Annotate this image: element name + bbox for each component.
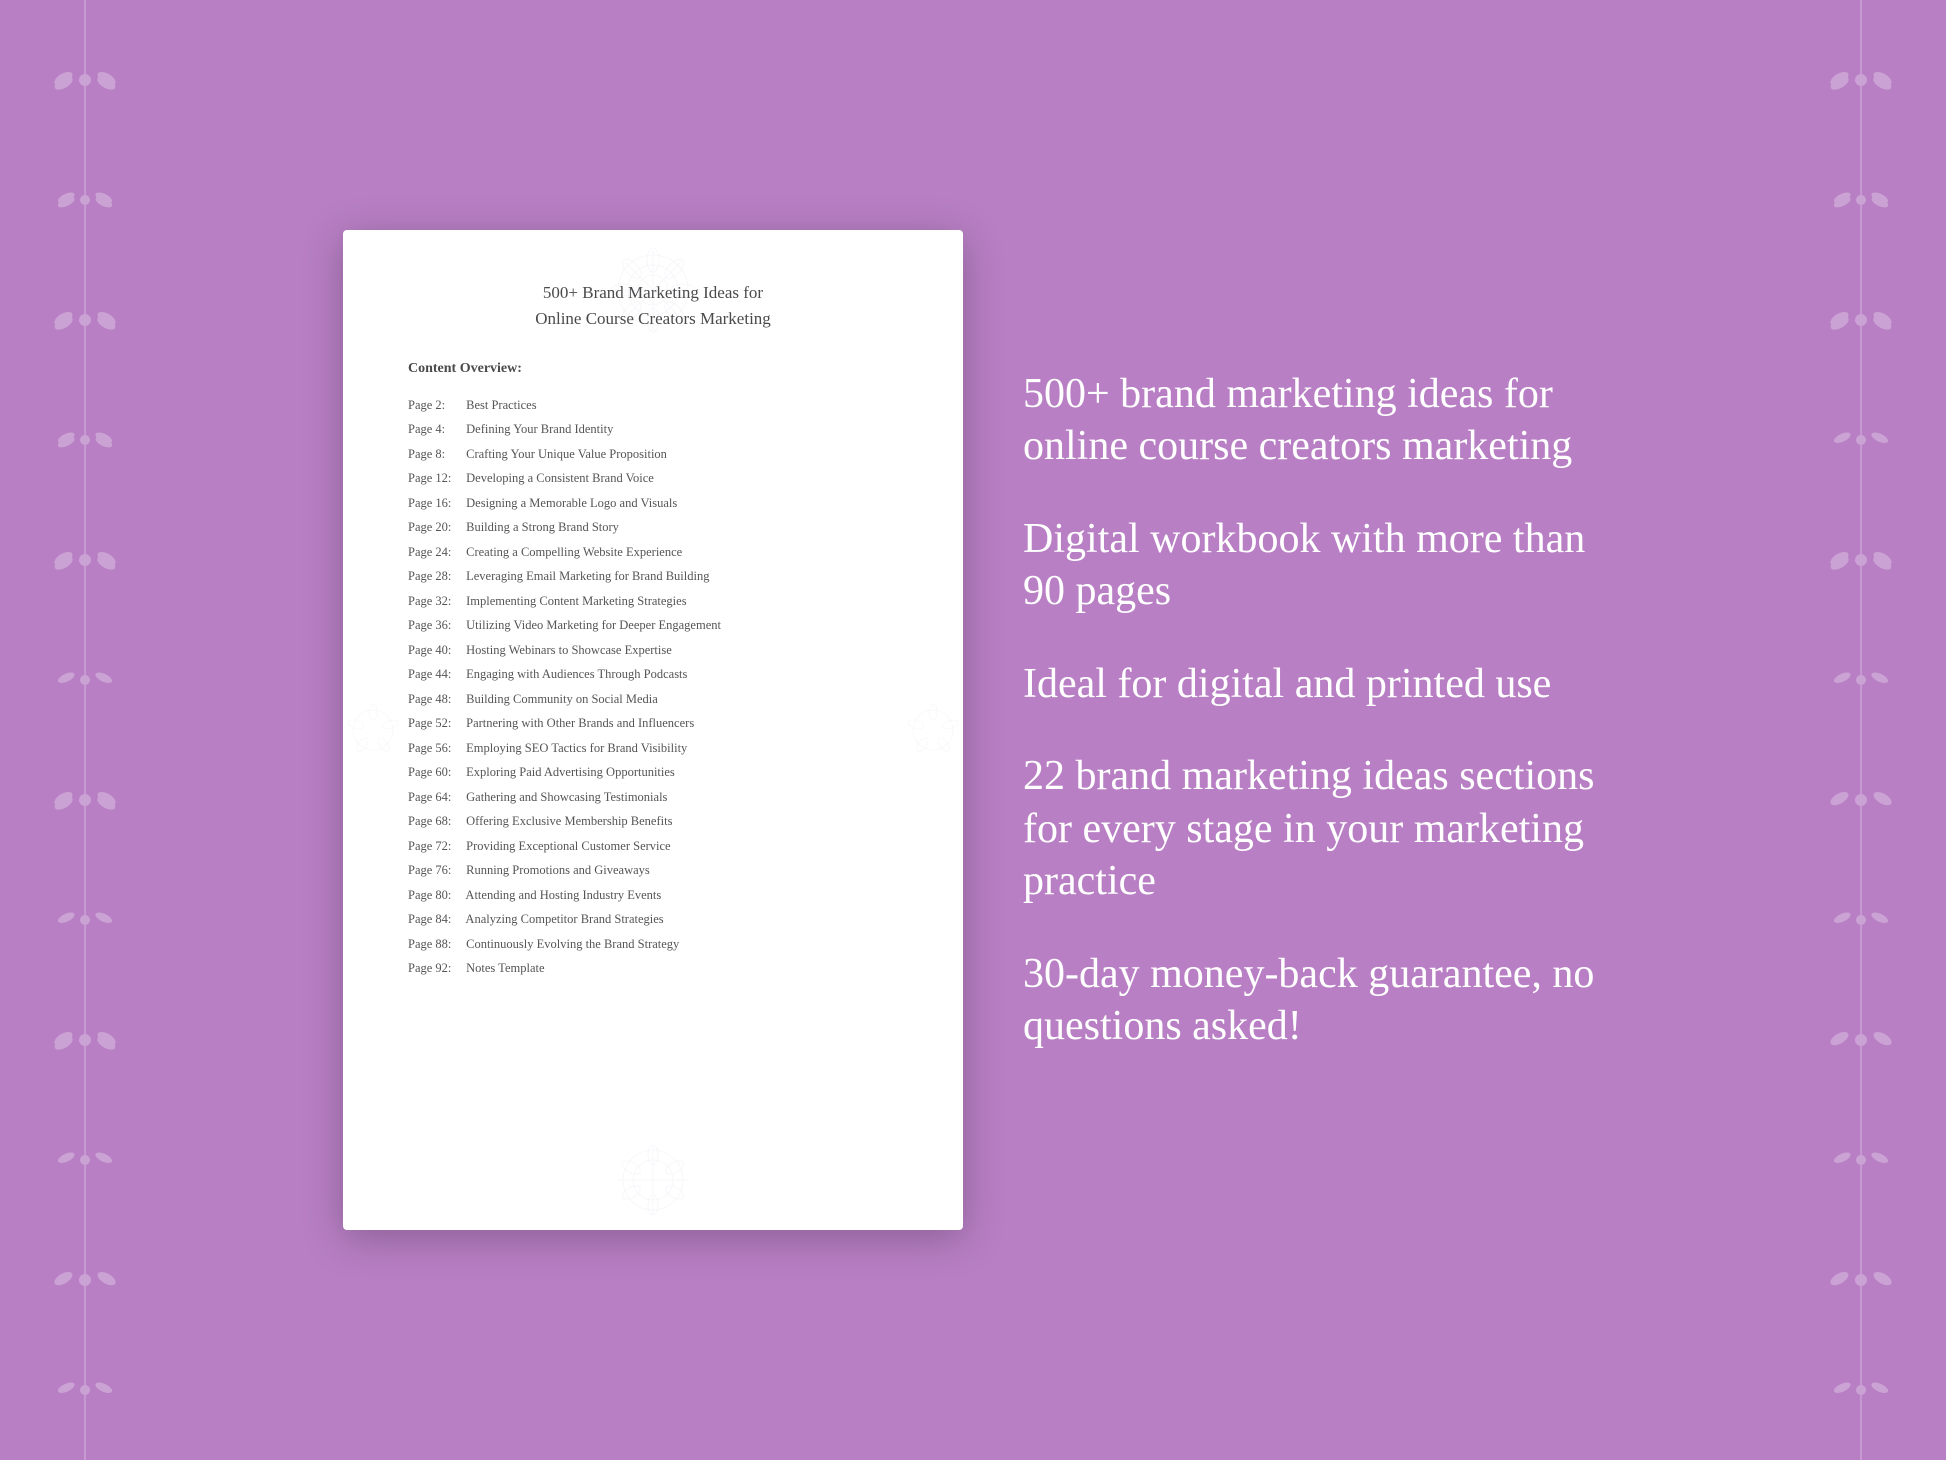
feature-item-5: 30-day money-back guarantee, no question… [1023, 948, 1603, 1053]
toc-item: Page 12: Developing a Consistent Brand V… [398, 467, 908, 492]
toc-item: Page 40: Hosting Webinars to Showcase Ex… [398, 638, 908, 663]
feature-item-3: Ideal for digital and printed use [1023, 658, 1603, 711]
toc-item: Page 68: Offering Exclusive Membership B… [398, 810, 908, 835]
toc-item: Page 88: Continuously Evolving the Brand… [398, 932, 908, 957]
toc-item: Page 48: Building Community on Social Me… [398, 687, 908, 712]
document-title: 500+ Brand Marketing Ideas for Online Co… [398, 280, 908, 331]
feature-text: Ideal for digital and printed use [1023, 658, 1603, 711]
toc-item: Page 52: Partnering with Other Brands an… [398, 712, 908, 737]
feature-text: Digital workbook with more than 90 pages [1023, 513, 1603, 618]
content-overview-label: Content Overview: [408, 361, 908, 377]
feature-text: 500+ brand marketing ideas for online co… [1023, 368, 1603, 473]
feature-item-1: 500+ brand marketing ideas for online co… [1023, 368, 1603, 473]
toc-item: Page 32: Implementing Content Marketing … [398, 589, 908, 614]
feature-item-2: Digital workbook with more than 90 pages [1023, 513, 1603, 618]
feature-text: 22 brand marketing ideas sections for ev… [1023, 750, 1603, 908]
toc-item: Page 2: Best Practices [398, 393, 908, 418]
toc-item: Page 20: Building a Strong Brand Story [398, 516, 908, 541]
toc-item: Page 4: Defining Your Brand Identity [398, 418, 908, 443]
toc-item: Page 36: Utilizing Video Marketing for D… [398, 614, 908, 639]
toc-item: Page 60: Exploring Paid Advertising Oppo… [398, 761, 908, 786]
toc-item: Page 44: Engaging with Audiences Through… [398, 663, 908, 688]
toc-item: Page 84: Analyzing Competitor Brand Stra… [398, 908, 908, 933]
toc-item: Page 64: Gathering and Showcasing Testim… [398, 785, 908, 810]
toc-item: Page 56: Employing SEO Tactics for Brand… [398, 736, 908, 761]
toc-item: Page 16: Designing a Memorable Logo and … [398, 491, 908, 516]
toc-item: Page 24: Creating a Compelling Website E… [398, 540, 908, 565]
feature-item-4: 22 brand marketing ideas sections for ev… [1023, 750, 1603, 908]
toc-item: Page 92: Notes Template [398, 957, 908, 982]
feature-list: 500+ brand marketing ideas for online co… [1023, 368, 1603, 1093]
feature-text: 30-day money-back guarantee, no question… [1023, 948, 1603, 1053]
toc-item: Page 72: Providing Exceptional Customer … [398, 834, 908, 859]
main-content: 500+ Brand Marketing Ideas for Online Co… [123, 190, 1823, 1270]
toc-item: Page 28: Leveraging Email Marketing for … [398, 565, 908, 590]
table-of-contents: Page 2: Best PracticesPage 4: Defining Y… [398, 393, 908, 981]
toc-item: Page 80: Attending and Hosting Industry … [398, 883, 908, 908]
toc-item: Page 76: Running Promotions and Giveaway… [398, 859, 908, 884]
toc-item: Page 8: Crafting Your Unique Value Propo… [398, 442, 908, 467]
document-preview: 500+ Brand Marketing Ideas for Online Co… [343, 230, 963, 1230]
